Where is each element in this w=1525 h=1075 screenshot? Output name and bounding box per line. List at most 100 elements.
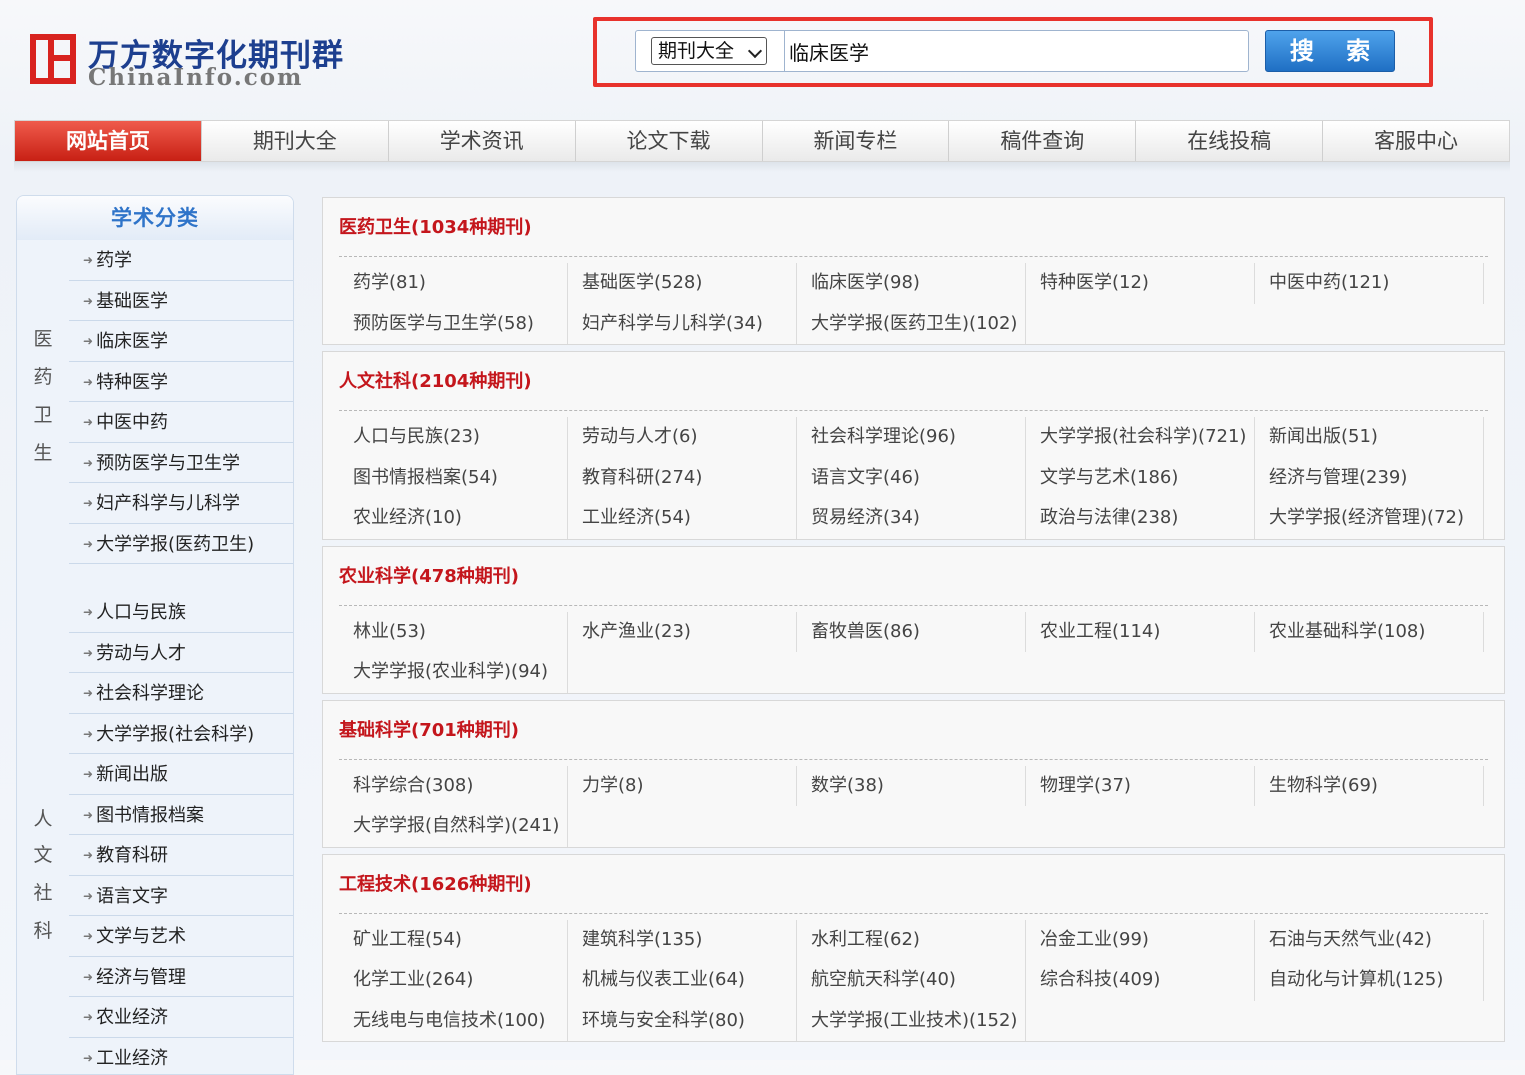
journal-category-link[interactable]: 社会科学理论(96) <box>797 417 1026 458</box>
journal-category-link[interactable]: 环境与安全科学(80) <box>568 1001 797 1042</box>
journal-category-link[interactable]: 建筑科学(135) <box>568 920 797 961</box>
logo-mark-icon <box>30 34 76 84</box>
journal-category-link[interactable]: 水利工程(62) <box>797 920 1026 961</box>
sidebar-category-item[interactable]: 社会科学理论 <box>69 673 293 714</box>
journal-category-link[interactable]: 畜牧兽医(86) <box>797 612 1026 653</box>
journal-category-link[interactable]: 物理学(37) <box>1026 766 1255 807</box>
journal-category-link[interactable]: 机械与仪表工业(64) <box>568 960 797 1001</box>
category-section: 工程技术(1626种期刊) 矿业工程(54)建筑科学(135)水利工程(62)冶金… <box>322 854 1505 1043</box>
section-title[interactable]: 工程技术(1626种期刊) <box>323 855 1504 913</box>
sidebar-category-item[interactable]: 特种医学 <box>69 362 293 403</box>
search-box: 期刊大全 <box>635 30 1249 72</box>
section-divider <box>339 410 1488 411</box>
nav-item[interactable]: 新闻专栏 <box>763 121 950 161</box>
sidebar-category-item[interactable]: 工业经济 <box>69 1038 293 1075</box>
journal-category-link[interactable]: 数学(38) <box>797 766 1026 807</box>
sidebar-category-item[interactable]: 语言文字 <box>69 876 293 917</box>
sidebar-category-item[interactable]: 经济与管理 <box>69 957 293 998</box>
journal-category-link[interactable]: 石油与天然气业(42) <box>1255 920 1484 961</box>
sidebar-category-item[interactable]: 临床医学 <box>69 321 293 362</box>
journal-category-link[interactable]: 药学(81) <box>339 263 568 304</box>
journal-category-link[interactable]: 力学(8) <box>568 766 797 807</box>
journal-category-link[interactable]: 劳动与人才(6) <box>568 417 797 458</box>
nav-item[interactable]: 学术资讯 <box>389 121 576 161</box>
journal-category-link[interactable]: 基础医学(528) <box>568 263 797 304</box>
section-divider <box>339 256 1488 257</box>
journal-category-link[interactable]: 农业基础科学(108) <box>1255 612 1484 653</box>
nav-item[interactable]: 稿件查询 <box>949 121 1136 161</box>
sidebar-category-item[interactable]: 妇产科学与儿科学 <box>69 483 293 524</box>
journal-category-link[interactable]: 教育科研(274) <box>568 458 797 499</box>
journal-category-link[interactable]: 政治与法律(238) <box>1026 498 1255 539</box>
logo-english-text: ChinaInfo.com <box>88 64 303 91</box>
sidebar-category-item[interactable]: 基础医学 <box>69 281 293 322</box>
sidebar-category-list: 药学基础医学临床医学特种医学中医中药预防医学与卫生学妇产科学与儿科学大学学报(医… <box>69 240 293 564</box>
section-title[interactable]: 基础科学(701种期刊) <box>323 701 1504 759</box>
journal-category-link[interactable]: 妇产科学与儿科学(34) <box>568 304 797 345</box>
journal-category-grid: 药学(81)基础医学(528)临床医学(98)特种医学(12)中医中药(121)… <box>339 263 1488 344</box>
journal-category-link[interactable]: 语言文字(46) <box>797 458 1026 499</box>
sidebar-category-item[interactable]: 大学学报(社会科学) <box>69 714 293 755</box>
search-input[interactable] <box>789 35 1239 67</box>
journal-category-link[interactable]: 大学学报(经济管理)(72) <box>1255 498 1484 539</box>
nav-shadow <box>14 162 1510 172</box>
sidebar-group-label: 人 <box>29 800 57 838</box>
journal-category-link[interactable]: 综合科技(409) <box>1026 960 1255 1001</box>
journal-category-link[interactable]: 无线电与电信技术(100) <box>339 1001 568 1042</box>
journal-category-link[interactable]: 矿业工程(54) <box>339 920 568 961</box>
journal-category-link[interactable]: 中医中药(121) <box>1255 263 1484 304</box>
journal-category-link[interactable]: 农业经济(10) <box>339 498 568 539</box>
section-title[interactable]: 医药卫生(1034种期刊) <box>323 198 1504 256</box>
sidebar-group-label: 文 <box>29 836 57 874</box>
journal-category-link[interactable]: 特种医学(12) <box>1026 263 1255 304</box>
journal-category-link[interactable]: 图书情报档案(54) <box>339 458 568 499</box>
sidebar-category-item[interactable]: 农业经济 <box>69 997 293 1038</box>
sidebar-category-item[interactable]: 中医中药 <box>69 402 293 443</box>
category-sidebar: 学术分类 药学基础医学临床医学特种医学中医中药预防医学与卫生学妇产科学与儿科学大… <box>16 195 294 1075</box>
journal-category-link[interactable]: 科学综合(308) <box>339 766 568 807</box>
journal-category-link[interactable]: 大学学报(工业技术)(152) <box>797 1001 1026 1042</box>
journal-category-link[interactable]: 经济与管理(239) <box>1255 458 1484 499</box>
section-title[interactable]: 农业科学(478种期刊) <box>323 547 1504 605</box>
journal-category-link[interactable]: 自动化与计算机(125) <box>1255 960 1484 1001</box>
journal-category-link[interactable]: 新闻出版(51) <box>1255 417 1484 458</box>
journal-category-grid: 人口与民族(23)劳动与人才(6)社会科学理论(96)大学学报(社会科学)(72… <box>339 417 1488 539</box>
journal-category-link[interactable]: 文学与艺术(186) <box>1026 458 1255 499</box>
journal-category-link[interactable]: 农业工程(114) <box>1026 612 1255 653</box>
sidebar-category-item[interactable]: 劳动与人才 <box>69 633 293 674</box>
journal-category-link[interactable]: 生物科学(69) <box>1255 766 1484 807</box>
site-logo[interactable]: 万方数字化期刊群 ChinaInfo.com <box>30 30 350 90</box>
nav-item[interactable]: 在线投稿 <box>1136 121 1323 161</box>
sidebar-category-item[interactable]: 图书情报档案 <box>69 795 293 836</box>
journal-category-link[interactable]: 贸易经济(34) <box>797 498 1026 539</box>
sidebar-category-item[interactable]: 文学与艺术 <box>69 916 293 957</box>
journal-category-link[interactable]: 水产渔业(23) <box>568 612 797 653</box>
sidebar-category-item[interactable]: 教育科研 <box>69 835 293 876</box>
nav-item[interactable]: 网站首页 <box>15 121 202 161</box>
journal-category-link[interactable]: 人口与民族(23) <box>339 417 568 458</box>
journal-category-link[interactable]: 大学学报(社会科学)(721) <box>1026 417 1255 458</box>
nav-item[interactable]: 期刊大全 <box>202 121 389 161</box>
sidebar-category-item[interactable]: 预防医学与卫生学 <box>69 443 293 484</box>
journal-category-link[interactable]: 林业(53) <box>339 612 568 653</box>
nav-item[interactable]: 论文下载 <box>576 121 763 161</box>
journal-category-link[interactable]: 化学工业(264) <box>339 960 568 1001</box>
search-button[interactable]: 搜 索 <box>1265 30 1395 72</box>
journal-category-link[interactable]: 大学学报(自然科学)(241) <box>339 806 568 847</box>
journal-category-link[interactable]: 预防医学与卫生学(58) <box>339 304 568 345</box>
sidebar-category-item[interactable]: 药学 <box>69 240 293 281</box>
sidebar-category-item[interactable]: 新闻出版 <box>69 754 293 795</box>
journal-category-link[interactable]: 工业经济(54) <box>568 498 797 539</box>
search-divider <box>784 31 785 71</box>
sidebar-category-item[interactable]: 大学学报(医药卫生) <box>69 524 293 565</box>
sidebar-group-label: 卫 <box>29 396 57 434</box>
section-title[interactable]: 人文社科(2104种期刊) <box>323 352 1504 410</box>
journal-category-link[interactable]: 大学学报(医药卫生)(102) <box>797 304 1026 345</box>
sidebar-category-item[interactable]: 人口与民族 <box>69 592 293 633</box>
search-category-select[interactable]: 期刊大全 <box>651 37 767 65</box>
journal-category-link[interactable]: 航空航天科学(40) <box>797 960 1026 1001</box>
journal-category-link[interactable]: 冶金工业(99) <box>1026 920 1255 961</box>
nav-item[interactable]: 客服中心 <box>1323 121 1509 161</box>
journal-category-link[interactable]: 大学学报(农业科学)(94) <box>339 652 568 693</box>
journal-category-link[interactable]: 临床医学(98) <box>797 263 1026 304</box>
